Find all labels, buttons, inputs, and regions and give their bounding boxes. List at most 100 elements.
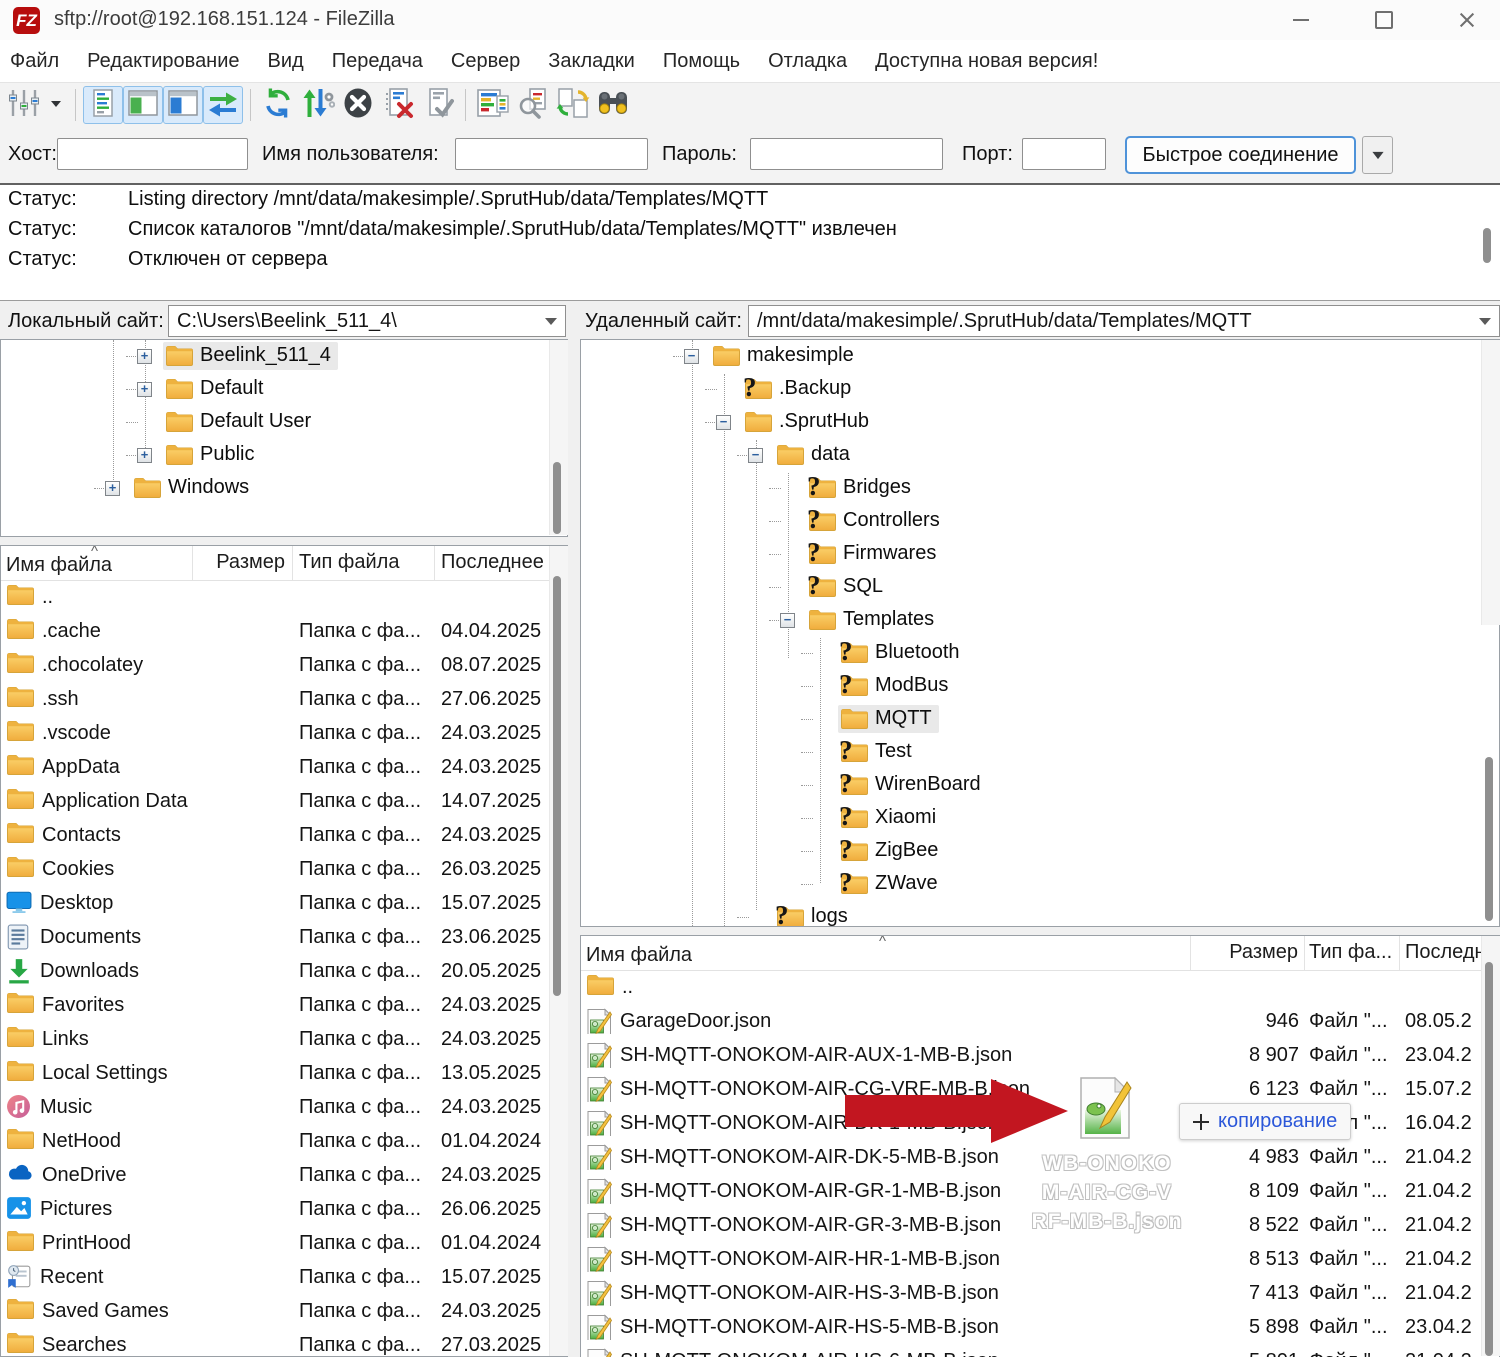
tree-item-bluetooth[interactable]: ? Bluetooth [581,637,1499,670]
toggle-transfer-queue-button[interactable] [203,86,243,124]
site-manager-dropdown-button[interactable] [44,86,68,124]
refresh-button[interactable] [258,86,298,124]
expander-minus-icon[interactable]: − [748,448,763,463]
local-splitter[interactable] [0,537,568,545]
maximize-button[interactable] [1361,0,1407,40]
file-row-pictures[interactable]: Pictures Папка с фа... 26.06.2025 [1,1192,567,1226]
tree-item-controllers[interactable]: ? Controllers [581,505,1499,538]
tree-item-default-user[interactable]: Default User [1,406,567,439]
synchronized-browsing-button[interactable] [553,86,593,124]
file-row-local-settings[interactable]: Local Settings Папка с фа... 13.05.2025 [1,1056,567,1090]
close-button[interactable] [1444,0,1490,40]
file-row-recent[interactable]: Recent Папка с фа... 15.07.2025 [1,1260,567,1294]
file-row-.cache[interactable]: .cache Папка с фа... 04.04.2025 [1,614,567,648]
menu-item-7[interactable]: Отладка [768,50,847,73]
status-scrollbar-thumb[interactable] [1483,228,1491,263]
file-row-sh-mqtt-onokom-air-hs-6-mb-b.json[interactable]: SH-MQTT-ONOKOM-AIR-HS-6-MB-B.json 5 801 … [581,1344,1499,1357]
tree-item-beelink-511-4[interactable]: + Beelink_511_4 [1,340,567,373]
tree-item-mqtt[interactable]: MQTT [581,703,1499,736]
file-row-links[interactable]: Links Папка с фа... 24.03.2025 [1,1022,567,1056]
tree-item-xiaomi[interactable]: ? Xiaomi [581,802,1499,835]
toggle-message-log-button[interactable] [83,86,123,124]
file-row-printhood[interactable]: PrintHood Папка с фа... 01.04.2024 [1,1226,567,1260]
tree-item-windows[interactable]: + Windows [1,472,567,505]
expander-minus-icon[interactable]: − [684,349,699,364]
cancel-button[interactable] [338,86,378,124]
menu-item-1[interactable]: Редактирование [87,50,239,73]
column-header-2[interactable]: Тип файла [293,546,435,580]
file-row-onedrive[interactable]: OneDrive Папка с фа... 24.03.2025 [1,1158,567,1192]
toggle-remote-tree-button[interactable] [163,86,203,124]
local-tree-scrollbar-thumb[interactable] [553,462,561,534]
remote-path-combobox[interactable]: /mnt/data/makesimple/.SprutHub/data/Temp… [748,305,1500,337]
expander-plus-icon[interactable]: + [137,349,152,364]
column-header-0[interactable]: ^Имя файла [581,936,1191,970]
file-row-..[interactable]: .. [1,580,567,614]
file-row-contacts[interactable]: Contacts Папка с фа... 24.03.2025 [1,818,567,852]
tree-item-.spruthub[interactable]: − .SprutHub [581,406,1499,439]
reconnect-button[interactable] [418,86,458,124]
file-row-application-data[interactable]: Application Data Папка с фа... 14.07.202… [1,784,567,818]
remote-tree-scrollbar-track[interactable] [1481,340,1500,625]
file-row-music[interactable]: Music Папка с фа... 24.03.2025 [1,1090,567,1124]
file-row-.vscode[interactable]: .vscode Папка с фа... 24.03.2025 [1,716,567,750]
username-input[interactable] [455,138,648,170]
remote-tree-scrollbar-thumb[interactable] [1485,757,1493,921]
tree-item-data[interactable]: − data [581,439,1499,472]
column-header-1[interactable]: Размер [193,546,293,580]
minimize-button[interactable] [1278,0,1324,40]
panel-splitter[interactable] [568,301,580,1357]
tree-item-sql[interactable]: ? SQL [581,571,1499,604]
file-row-saved-games[interactable]: Saved Games Папка с фа... 24.03.2025 [1,1294,567,1328]
expander-plus-icon[interactable]: + [137,382,152,397]
tree-item-public[interactable]: + Public [1,439,567,472]
tree-item-logs[interactable]: ? logs [581,901,1499,927]
filename-filters-button[interactable] [513,86,553,124]
expander-plus-icon[interactable]: + [137,448,152,463]
site-manager-button[interactable] [4,86,44,124]
file-row-nethood[interactable]: NetHood Папка с фа... 01.04.2024 [1,1124,567,1158]
tree-item-makesimple[interactable]: − makesimple [581,340,1499,373]
disconnect-button[interactable] [378,86,418,124]
remote-splitter[interactable] [580,927,1500,935]
menu-item-8[interactable]: Доступна новая версия! [875,50,1098,73]
tree-item-test[interactable]: ? Test [581,736,1499,769]
expander-minus-icon[interactable]: − [780,613,795,628]
tree-item-bridges[interactable]: ? Bridges [581,472,1499,505]
local-path-combobox[interactable]: C:\Users\Beelink_511_4\ [168,305,566,337]
file-row-garagedoor.json[interactable]: GarageDoor.json 946 Файл "... 08.05.2 [581,1004,1499,1038]
port-input[interactable] [1022,138,1106,170]
tree-item-.backup[interactable]: ? .Backup [581,373,1499,406]
menu-item-6[interactable]: Помощь [663,50,740,73]
column-header-1[interactable]: Размер [1191,936,1305,970]
expander-minus-icon[interactable]: − [716,415,731,430]
file-row-appdata[interactable]: AppData Папка с фа... 24.03.2025 [1,750,567,784]
tree-item-zigbee[interactable]: ? ZigBee [581,835,1499,868]
column-header-0[interactable]: ^Имя файла [1,546,193,580]
remote-list-scrollbar-thumb[interactable] [1485,962,1493,1356]
file-row-sh-mqtt-onokom-air-hs-3-mb-b.json[interactable]: SH-MQTT-ONOKOM-AIR-HS-3-MB-B.json 7 413 … [581,1276,1499,1310]
quickconnect-dropdown-button[interactable] [1362,136,1393,174]
column-header-2[interactable]: Тип фа... [1305,936,1400,970]
expander-plus-icon[interactable]: + [105,481,120,496]
file-row-documents[interactable]: Documents Папка с фа... 23.06.2025 [1,920,567,954]
toggle-local-tree-button[interactable] [123,86,163,124]
password-input[interactable] [750,138,943,170]
tree-item-zwave[interactable]: ? ZWave [581,868,1499,901]
file-row-searches[interactable]: Searches Папка с фа... 27.03.2025 [1,1328,567,1357]
file-row-.chocolatey[interactable]: .chocolatey Папка с фа... 08.07.2025 [1,648,567,682]
tree-item-wirenboard[interactable]: ? WirenBoard [581,769,1499,802]
menu-item-4[interactable]: Сервер [451,50,520,73]
tree-item-templates[interactable]: − Templates [581,604,1499,637]
file-row-favorites[interactable]: Favorites Папка с фа... 24.03.2025 [1,988,567,1022]
menu-item-3[interactable]: Передача [332,50,423,73]
file-row-sh-mqtt-onokom-air-hs-5-mb-b.json[interactable]: SH-MQTT-ONOKOM-AIR-HS-5-MB-B.json 5 898 … [581,1310,1499,1344]
file-row-..[interactable]: .. [581,970,1499,1004]
host-input[interactable] [57,138,248,170]
tree-item-firmwares[interactable]: ? Firmwares [581,538,1499,571]
file-row-sh-mqtt-onokom-air-hr-1-mb-b.json[interactable]: SH-MQTT-ONOKOM-AIR-HR-1-MB-B.json 8 513 … [581,1242,1499,1276]
file-row-sh-mqtt-onokom-air-aux-1-mb-b.json[interactable]: SH-MQTT-ONOKOM-AIR-AUX-1-MB-B.json 8 907… [581,1038,1499,1072]
menu-item-2[interactable]: Вид [268,50,304,73]
file-row-desktop[interactable]: Desktop Папка с фа... 15.07.2025 [1,886,567,920]
menu-item-0[interactable]: Файл [10,50,59,73]
